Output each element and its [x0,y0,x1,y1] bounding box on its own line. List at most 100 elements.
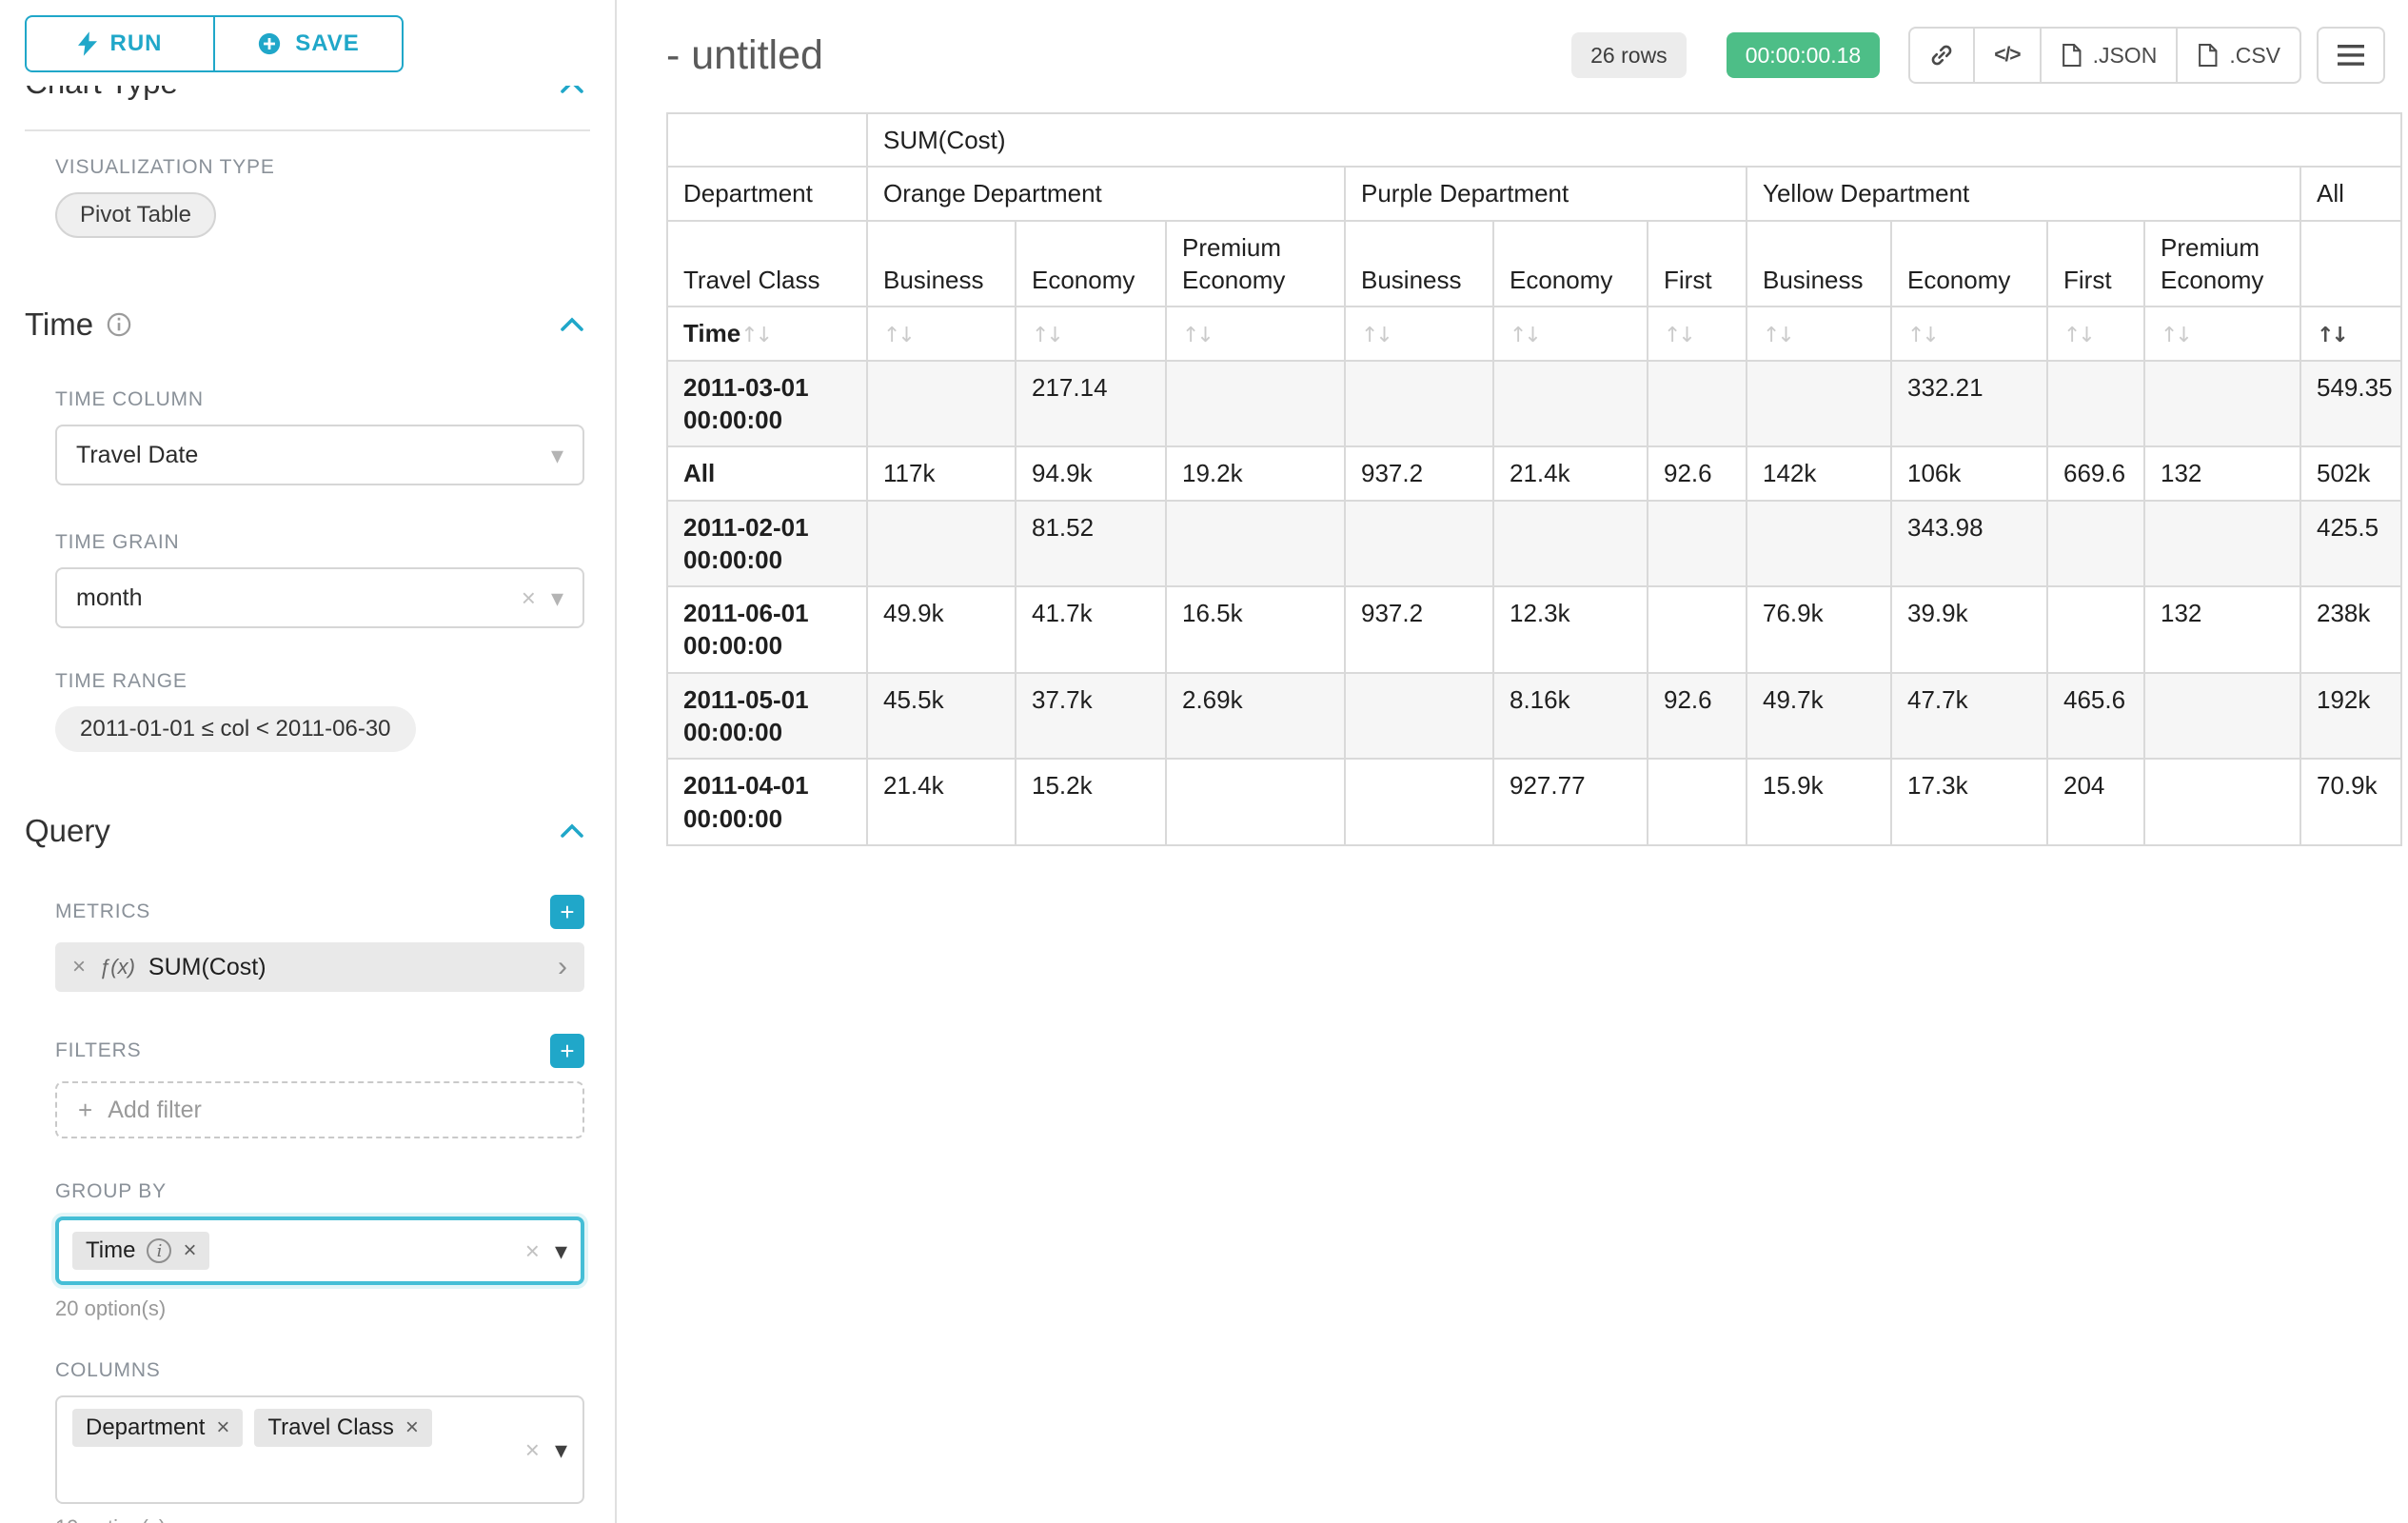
add-filter-plus-button[interactable]: + [550,1034,584,1068]
column-sort-header[interactable]: ↑↓ [2144,307,2300,360]
pivot-table: SUM(Cost) Department Orange DepartmentPu… [666,112,2402,846]
visualization-type-label: VISUALIZATION TYPE [55,156,275,179]
pivot-cell [1345,759,1493,845]
column-sort-header[interactable]: ↑↓ [1891,307,2047,360]
pivot-cell: 425.5 [2300,501,2401,587]
metric-chip[interactable]: × ƒ(x) SUM(Cost) › [55,942,584,992]
pivot-cell [867,501,1016,587]
column-sort-header[interactable]: ↑↓ [2300,307,2401,360]
file-icon [2197,43,2218,68]
copy-link-button[interactable] [1908,27,1975,84]
chart-menu-button[interactable] [2317,27,2385,84]
group-by-select[interactable]: Timei× × ▾ [55,1216,584,1285]
clear-select-icon[interactable]: × [525,1435,540,1465]
info-icon [107,312,131,337]
columns-label: COLUMNS [55,1359,161,1382]
pivot-cell [1166,361,1345,447]
query-section-header[interactable]: Query [0,813,615,849]
export-json-button[interactable]: .JSON [2040,27,2179,84]
export-json-label: .JSON [2093,43,2158,69]
time-section-header[interactable]: Time [0,307,615,343]
all-column-blank-header [2300,221,2401,307]
time-range-pill[interactable]: 2011-01-01 ≤ col < 2011-06-30 [55,706,416,752]
pivot-cell: 343.98 [1891,501,2047,587]
pivot-row: 2011-05-01 00:00:0045.5k37.7k2.69k8.16k9… [667,673,2401,760]
time-sort-header[interactable]: Time ↑↓ [667,307,867,360]
pivot-cell: 502k [2300,446,2401,500]
remove-chip-icon[interactable]: × [405,1414,419,1441]
query-timer-badge: 00:00:00.18 [1727,32,1881,78]
expand-metric-icon[interactable]: › [558,951,567,983]
pivot-cell: 70.9k [2300,759,2401,845]
export-csv-label: .CSV [2229,43,2280,69]
sort-icon: ↑↓ [740,324,770,347]
run-label: RUN [110,30,163,57]
column-sort-header[interactable]: ↑↓ [1166,307,1345,360]
chart-header-controls: 26 rows 00:00:00.18 </> .JSON . [1571,27,2385,84]
pivot-cell: 937.2 [1345,446,1493,500]
select-value-chip[interactable]: Travel Class× [254,1409,431,1447]
pivot-cell: 132 [2144,586,2300,673]
select-value-chip[interactable]: Department× [72,1409,243,1447]
add-metric-button[interactable]: + [550,895,584,929]
export-csv-button[interactable]: .CSV [2176,27,2301,84]
plus-circle-icon [257,31,282,56]
remove-chip-icon[interactable]: × [216,1414,229,1441]
column-sort-header[interactable]: ↑↓ [2047,307,2144,360]
time-grain-select[interactable]: month × ▾ [55,567,584,628]
pivot-table-container: SUM(Cost) Department Orange DepartmentPu… [666,112,2408,846]
save-button[interactable]: SAVE [213,15,404,72]
viz-type-pill[interactable]: Pivot Table [55,192,216,238]
chevron-up-icon[interactable] [560,86,584,94]
pivot-cell: 19.2k [1166,446,1345,500]
pivot-cell: 669.6 [2047,446,2144,500]
chevron-up-icon[interactable] [560,823,584,839]
pivot-cell: 16.5k [1166,586,1345,673]
time-grain-value: month [76,584,522,612]
pivot-cell: 332.21 [1891,361,2047,447]
column-sort-header[interactable]: ↑↓ [1493,307,1648,360]
pivot-cell: 132 [2144,446,2300,500]
column-info-icon[interactable]: i [147,1238,171,1263]
column-sort-header[interactable]: ↑↓ [1016,307,1166,360]
pivot-cell: 192k [2300,673,2401,760]
pivot-row: All117k94.9k19.2k937.221.4k92.6142k106k6… [667,446,2401,500]
pivot-cell [1747,501,1891,587]
department-group-header: Yellow Department [1747,167,2300,220]
department-group-header: Purple Department [1345,167,1747,220]
group-by-label: GROUP BY [55,1180,167,1203]
column-sort-header[interactable]: ↑↓ [1345,307,1493,360]
column-sort-header[interactable]: ↑↓ [1648,307,1747,360]
run-button[interactable]: RUN [25,15,215,72]
caret-down-icon[interactable]: ▾ [555,1437,567,1462]
columns-select[interactable]: Department× Travel Class× × ▾ [55,1395,584,1504]
department-group-header: Orange Department [867,167,1345,220]
pivot-cell [2144,759,2300,845]
chevron-up-icon[interactable] [560,317,584,332]
travel-class-column-header: Economy [1493,221,1648,307]
caret-down-icon[interactable]: ▾ [555,1238,567,1263]
query-action-buttons: RUN SAVE [0,0,615,72]
pivot-cell [2047,501,2144,587]
time-column-select[interactable]: Travel Date ▾ [55,425,584,485]
column-sort-header[interactable]: ↑↓ [1747,307,1891,360]
sort-icon: ↑↓ [1361,324,1391,347]
metric-header: SUM(Cost) [867,113,2401,167]
pivot-cell [1345,673,1493,760]
travel-class-column-header: Business [867,221,1016,307]
superset-explore-app: RUN SAVE Chart Type VISUALIZATION TYPE P… [0,0,2408,1523]
sort-icon: ↑↓ [2161,324,2190,347]
pivot-cell: 21.4k [1493,446,1648,500]
pivot-cell: 2.69k [1166,673,1345,760]
metric-header-row: SUM(Cost) [667,113,2401,167]
add-filter-button[interactable]: + Add filter [55,1081,584,1138]
remove-metric-icon[interactable]: × [72,954,86,980]
clear-select-icon[interactable]: × [525,1236,540,1266]
embed-code-button[interactable]: </> [1973,27,2041,84]
clear-select-icon[interactable]: × [522,583,536,613]
column-sort-header[interactable]: ↑↓ [867,307,1016,360]
remove-chip-icon[interactable]: × [183,1237,196,1264]
pivot-cell [1747,361,1891,447]
select-value-chip[interactable]: Timei× [72,1232,209,1270]
pivot-row: 2011-06-01 00:00:0049.9k41.7k16.5k937.21… [667,586,2401,673]
